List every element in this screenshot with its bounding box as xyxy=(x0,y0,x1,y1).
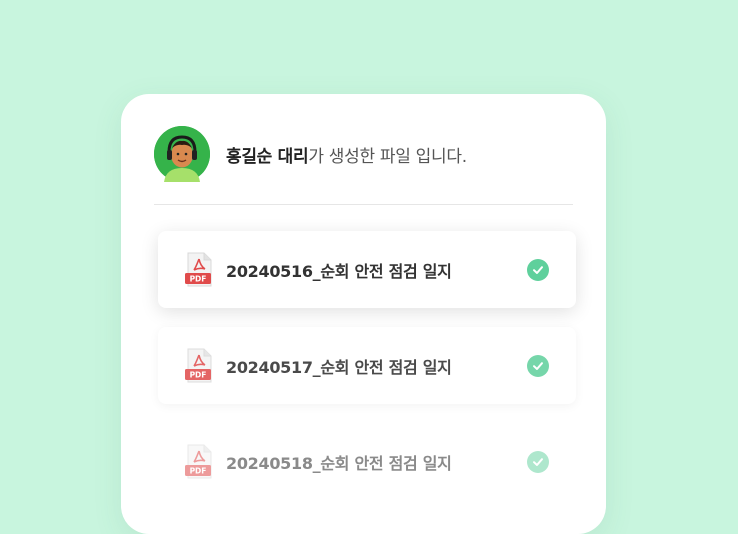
card-header: 홍길순 대리가 생성한 파일 입니다. xyxy=(154,125,573,183)
author-name: 홍길순 대리 xyxy=(226,146,309,167)
message-suffix: 가 생성한 파일 입니다. xyxy=(308,146,467,167)
svg-text:PDF: PDF xyxy=(190,466,207,475)
pdf-icon: PDF xyxy=(185,348,212,382)
file-card: 홍길순 대리가 생성한 파일 입니다. PDF 20240516_순회 안전 점… xyxy=(121,94,606,534)
pdf-icon: PDF xyxy=(185,252,212,286)
file-name: 20240517_순회 안전 점검 일지 xyxy=(226,357,452,377)
header-message: 홍길순 대리가 생성한 파일 입니다. xyxy=(226,142,467,167)
file-name: 20240516_순회 안전 점검 일지 xyxy=(226,261,452,281)
file-item[interactable]: PDF 20240516_순회 안전 점검 일지 xyxy=(158,231,576,308)
file-item[interactable]: PDF 20240517_순회 안전 점검 일지 xyxy=(158,327,576,404)
file-item[interactable]: PDF 20240518_순회 안전 점검 일지 xyxy=(158,423,576,500)
check-icon xyxy=(527,450,549,473)
person-with-headset-icon xyxy=(154,126,210,182)
check-icon xyxy=(527,258,549,281)
svg-text:PDF: PDF xyxy=(190,370,207,379)
svg-text:PDF: PDF xyxy=(190,274,207,283)
check-icon xyxy=(527,354,549,377)
divider xyxy=(154,204,573,205)
file-name: 20240518_순회 안전 점검 일지 xyxy=(226,453,452,473)
pdf-icon: PDF xyxy=(185,444,212,478)
avatar xyxy=(154,126,210,182)
